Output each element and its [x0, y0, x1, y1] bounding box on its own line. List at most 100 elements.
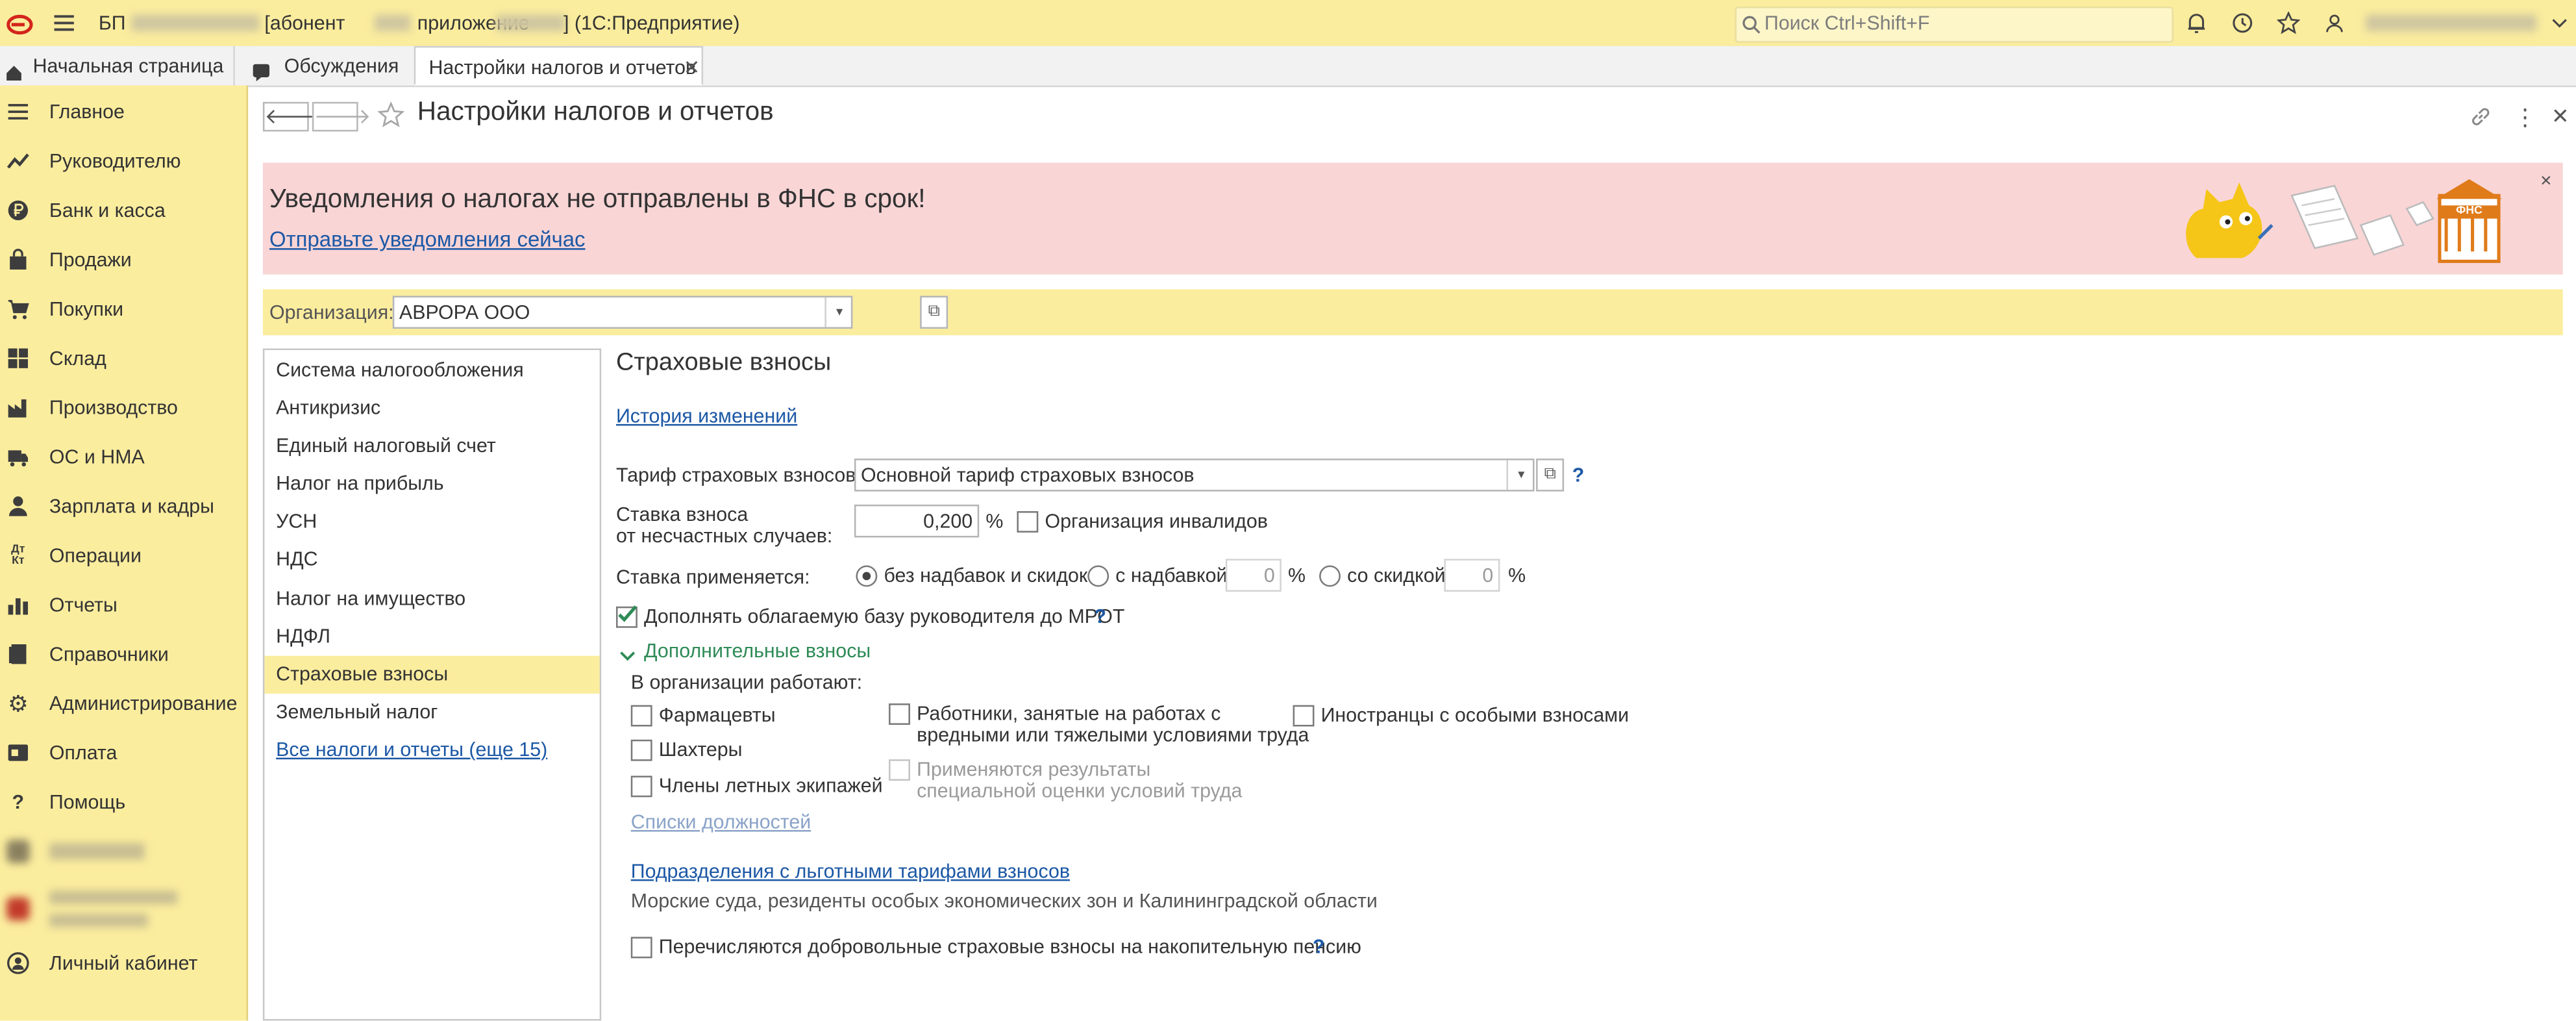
back-button[interactable]: 🡐	[262, 101, 322, 132]
pharmacists-checkbox[interactable]	[630, 705, 652, 727]
main-menu-icon[interactable]	[53, 12, 75, 34]
send-notifications-link[interactable]: Отправьте уведомления сейчас	[269, 227, 586, 251]
foreigners-label: Иностранцы с особыми взносами	[1320, 703, 1629, 727]
nav-profit-tax[interactable]: Налог на прибыль	[264, 465, 599, 503]
chevron-down-icon[interactable]: ▾	[824, 297, 852, 327]
all-taxes-link[interactable]: Все налоги и отчеты (еще 15)	[276, 731, 547, 769]
user-menu-icon[interactable]	[2549, 12, 2569, 34]
positions-link[interactable]: Списки должностей	[631, 811, 811, 833]
nav-single-tax-account[interactable]: Единый налоговый счет	[264, 427, 599, 465]
chevron-down-icon[interactable]: ▾	[1506, 460, 1535, 490]
miners-checkbox[interactable]	[630, 739, 652, 761]
sidebar-item-label: Зарплата и кадры	[49, 494, 215, 518]
miners-label: Шахтеры	[658, 738, 743, 761]
search-placeholder: Поиск Ctrl+Shift+F	[1764, 11, 1930, 35]
sidebar-item-hidden-1[interactable]	[0, 828, 247, 874]
sidebar-item-manager[interactable]: Руководителю	[0, 138, 247, 184]
sidebar-item-salary[interactable]: Зарплата и кадры	[0, 483, 247, 529]
voluntary-contributions-checkbox[interactable]	[630, 937, 652, 959]
sidebar-item-label: Помощь	[49, 790, 126, 814]
chevron-down-icon[interactable]	[619, 642, 636, 661]
markup-percent-input[interactable]: 0	[1225, 559, 1282, 592]
open-tariff-button[interactable]: ⧉	[1536, 459, 1565, 492]
tab-tax-settings[interactable]: Настройки налогов и отчетов ✕	[414, 45, 704, 87]
tab-discussions[interactable]: Обсуждения	[233, 45, 406, 86]
nav-item-label: Единый налоговый счет	[276, 434, 496, 457]
accident-rate-input[interactable]: 0,200	[854, 504, 980, 538]
rate-option-discount-label: со скидкой	[1347, 563, 1446, 587]
rate-option-no-markup-radio[interactable]	[856, 565, 878, 587]
sidebar-item-warehouse[interactable]: Склад	[0, 335, 247, 381]
nav-land-tax[interactable]: Земельный налог	[264, 694, 599, 731]
mrot-checkbox[interactable]	[615, 605, 638, 628]
nav-usn[interactable]: УСН	[264, 503, 599, 540]
open-organization-button[interactable]: ⧉	[920, 296, 948, 329]
organization-label: Организация:	[269, 301, 394, 324]
forward-button[interactable]: 🡒	[312, 101, 371, 132]
bar-chart-icon	[6, 594, 29, 616]
close-notification-icon[interactable]: ✕	[2540, 173, 2552, 191]
sidebar-item-account[interactable]: Личный кабинет	[0, 940, 247, 987]
organization-value: АВРОРА ООО	[399, 301, 530, 324]
debit-credit-icon: Дт Кт	[11, 544, 25, 568]
notification-title: Уведомления о налогах не отправлены в ФН…	[269, 185, 926, 214]
link-icon[interactable]	[2469, 105, 2492, 128]
global-search-input[interactable]: Поиск Ctrl+Shift+F	[1735, 6, 2174, 43]
bell-icon[interactable]	[2185, 12, 2208, 34]
disabled-org-label: Организация инвалидов	[1045, 509, 1268, 533]
sidebar-item-bank[interactable]: Банк и касса	[0, 187, 247, 233]
nav-all-taxes-link[interactable]: Все налоги и отчеты (еще 15)	[264, 731, 599, 769]
foreigners-checkbox[interactable]	[1293, 705, 1315, 727]
rate-option-discount-radio[interactable]	[1319, 565, 1341, 587]
more-actions-icon[interactable]: ⋮	[2514, 105, 2536, 128]
tariff-select[interactable]: Основной тариф страховых взносов ▾	[854, 459, 1535, 492]
close-tab-icon[interactable]: ✕	[684, 47, 700, 87]
nav-vat[interactable]: НДС	[264, 541, 599, 579]
nav-anticrisis[interactable]: Антикризис	[264, 390, 599, 427]
favorites-star-icon[interactable]	[2276, 10, 2301, 34]
user-name-hidden[interactable]	[2366, 14, 2537, 32]
nav-property-tax[interactable]: Налог на имущество	[264, 580, 599, 618]
abonent-label: [абонент	[264, 11, 345, 35]
sidebar-item-main[interactable]: Главное	[0, 89, 247, 135]
tariff-help-icon[interactable]: ?	[1572, 464, 1585, 486]
sidebar-item-production[interactable]: Производство	[0, 384, 247, 431]
hidden-icon	[6, 897, 30, 921]
sidebar-item-purchases[interactable]: Покупки	[0, 286, 247, 332]
special-assessment-checkbox[interactable]	[889, 759, 910, 781]
flight-crew-checkbox[interactable]	[630, 775, 652, 798]
sidebar-item-sales[interactable]: Продажи	[0, 236, 247, 283]
users-icon[interactable]	[2323, 12, 2346, 34]
nav-item-label: Налог на прибыль	[276, 472, 444, 495]
nav-insurance-contributions[interactable]: Страховые взносы	[264, 655, 600, 694]
favorite-star-icon[interactable]	[377, 101, 405, 128]
rate-option-markup-radio[interactable]	[1087, 565, 1109, 587]
additional-contributions-title[interactable]: Дополнительные взносы	[644, 639, 871, 662]
subdivisions-link[interactable]: Подразделения с льготными тарифами взнос…	[631, 860, 1070, 883]
sidebar-item-label: Покупки	[49, 297, 124, 321]
history-icon[interactable]	[2231, 12, 2254, 34]
close-form-icon[interactable]: ✕	[2551, 103, 2570, 129]
hazardous-work-checkbox[interactable]	[889, 703, 910, 725]
app-logo-icon[interactable]	[6, 10, 33, 36]
nav-tax-system[interactable]: Система налогообложения	[264, 352, 599, 390]
voluntary-help-icon[interactable]: ?	[1313, 935, 1325, 958]
sidebar-item-administration[interactable]: ⚙ Администрирование	[0, 681, 247, 727]
sidebar-item-hidden-2[interactable]	[0, 877, 247, 940]
sidebar-item-operations[interactable]: Дт Кт Операции	[0, 533, 247, 579]
sidebar: Главное Руководителю Банк и касса Продаж…	[0, 85, 249, 1021]
nav-ndfl[interactable]: НДФЛ	[264, 618, 599, 656]
sidebar-item-fixed-assets[interactable]: ОС и НМА	[0, 434, 247, 480]
organization-select[interactable]: АВРОРА ООО ▾	[392, 296, 853, 329]
sidebar-item-reports[interactable]: Отчеты	[0, 582, 247, 628]
sidebar-item-directories[interactable]: Справочники	[0, 631, 247, 677]
sidebar-item-help[interactable]: ? Помощь	[0, 779, 247, 826]
tab-home[interactable]: Начальная страница	[0, 46, 230, 86]
mrot-help-icon[interactable]: ?	[1094, 605, 1106, 627]
history-link[interactable]: История изменений	[616, 405, 797, 427]
sidebar-item-label: Справочники	[49, 642, 169, 666]
sidebar-item-payment[interactable]: Оплата	[0, 730, 247, 776]
disabled-org-checkbox[interactable]	[1017, 511, 1039, 533]
discount-percent-input[interactable]: 0	[1444, 559, 1500, 592]
rate-option-markup-label: с надбавкой	[1115, 563, 1228, 587]
